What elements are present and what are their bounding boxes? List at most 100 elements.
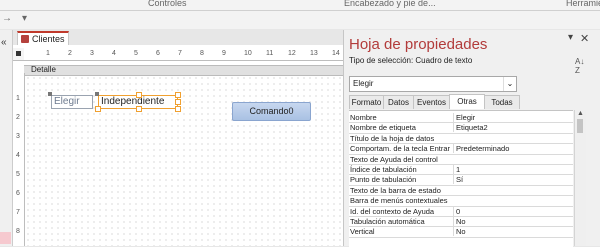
- property-name: Índice de tabulación: [350, 165, 417, 174]
- resize-handle-bottom[interactable]: [136, 106, 142, 112]
- label-control-elegir[interactable]: Elegir: [51, 95, 93, 109]
- document-tab-label: Clientes: [32, 34, 65, 44]
- form-selector-icon: [16, 51, 21, 56]
- property-value[interactable]: 1: [453, 165, 575, 174]
- ruler-number: 11: [266, 50, 274, 57]
- tab-datos[interactable]: Datos: [383, 95, 414, 109]
- property-name: Barra de menús contextuales: [350, 196, 448, 206]
- ruler-number: 3: [16, 133, 20, 140]
- property-name: Título de la hoja de datos: [350, 133, 435, 143]
- property-name: Comportam. de la tecla Entrar: [350, 144, 450, 154]
- ruler-number: 1: [46, 50, 50, 57]
- property-row[interactable]: Título de la hoja de datos: [349, 133, 573, 145]
- tab-todas[interactable]: Todas: [484, 95, 520, 109]
- section-label: Detalle: [31, 65, 56, 74]
- horizontal-ruler[interactable]: 1 2 3 4 5 6 7 8 9 10 11 12 13 14: [24, 48, 343, 61]
- scroll-up-icon[interactable]: ▲: [577, 110, 584, 117]
- tab-eventos[interactable]: Eventos: [413, 95, 450, 109]
- property-row[interactable]: Id. del contexto de Ayuda 0: [349, 206, 575, 217]
- property-value[interactable]: Etiqueta2: [453, 123, 575, 133]
- ruler-number: 10: [244, 50, 252, 57]
- property-row[interactable]: Vertical No: [349, 227, 575, 238]
- property-name: Punto de tabulación: [350, 175, 417, 185]
- ruler-number: 13: [310, 50, 318, 57]
- ruler-number: 7: [16, 209, 20, 216]
- property-name: Texto de Ayuda del control: [350, 154, 438, 164]
- property-row[interactable]: Texto de Ayuda del control: [349, 155, 573, 165]
- navigation-pane-collapsed[interactable]: «: [0, 30, 13, 246]
- expand-nav-icon[interactable]: «: [1, 37, 7, 48]
- textbox-move-handle[interactable]: [95, 92, 99, 96]
- quick-access-toolbar: → ▾: [0, 11, 600, 29]
- ruler-number: 4: [16, 152, 20, 159]
- property-value[interactable]: Predeterminado: [453, 144, 575, 154]
- ruler-number: 8: [200, 50, 204, 57]
- ruler-number: 14: [332, 50, 340, 57]
- property-name: Vertical: [350, 227, 375, 237]
- property-grid: Nombre Elegir Nombre de etiqueta Etiqueta2…: [349, 110, 573, 247]
- ruler-number: 5: [16, 171, 20, 178]
- document-tab-clientes[interactable]: Clientes: [17, 31, 69, 46]
- property-name: Nombre: [350, 113, 377, 122]
- object-selector-value: Elegir: [353, 79, 374, 88]
- property-value[interactable]: No: [453, 217, 575, 226]
- command-button-label: Comando0: [249, 106, 294, 116]
- scrollbar-thumb[interactable]: [577, 119, 583, 133]
- ruler-number: 7: [178, 50, 182, 57]
- ruler-number: 2: [68, 50, 72, 57]
- property-row[interactable]: Nombre de etiqueta Etiqueta2: [349, 123, 575, 134]
- property-row[interactable]: Nombre Elegir: [349, 113, 575, 124]
- ruler-number: 2: [16, 114, 20, 121]
- vertical-ruler[interactable]: 1 2 3 4 5 6 7 8: [13, 73, 25, 246]
- property-row[interactable]: Comportam. de la tecla Entrar Predetermin…: [349, 144, 575, 155]
- sort-az-icon[interactable]: A↓ Z: [575, 57, 584, 75]
- ribbon-group-header-footer: Encabezado y pie de...: [344, 0, 436, 8]
- tab-otras[interactable]: Otras: [449, 94, 485, 109]
- ruler-number: 12: [288, 50, 296, 57]
- property-name: Texto de la barra de estado: [350, 185, 441, 195]
- property-value[interactable]: Sí: [453, 175, 575, 185]
- pane-options-icon[interactable]: ▾: [568, 32, 573, 43]
- property-name: Tabulación automática: [350, 217, 425, 226]
- tab-formato[interactable]: Formato: [349, 95, 384, 109]
- chevron-down-icon[interactable]: ⌄: [503, 77, 516, 91]
- property-row[interactable]: Índice de tabulación 1: [349, 165, 575, 176]
- selection-type: Tipo de selección: Cuadro de texto: [349, 56, 473, 65]
- property-sheet-title: Hoja de propiedades: [349, 36, 488, 53]
- ruler-number: 6: [16, 190, 20, 197]
- property-row[interactable]: Texto de la barra de estado: [349, 185, 573, 197]
- command-button-comando0[interactable]: Comando0: [232, 102, 311, 121]
- textbox-control-text: Independiente: [101, 96, 165, 107]
- ruler-number: 1: [16, 95, 20, 102]
- close-icon[interactable]: ✕: [580, 32, 589, 45]
- form-icon: [21, 35, 29, 43]
- ribbon-group-controls: Controles: [148, 0, 187, 8]
- ruler-number: 3: [90, 50, 94, 57]
- property-grid-scrollbar[interactable]: ▲: [574, 110, 586, 246]
- label-move-handle[interactable]: [48, 92, 52, 96]
- ruler-number: 4: [112, 50, 116, 57]
- resize-handle-bottom-left[interactable]: [95, 106, 101, 112]
- property-row[interactable]: Barra de menús contextuales: [349, 196, 573, 207]
- resize-handle-right[interactable]: [175, 99, 181, 105]
- property-tabs: Formato Datos Eventos Otras Todas: [349, 94, 593, 109]
- property-row[interactable]: Punto de tabulación Sí: [349, 175, 575, 186]
- ribbon-group-labels: Controles Encabezado y pie de... Herrami…: [0, 0, 600, 11]
- nav-highlight: [0, 232, 11, 244]
- customize-toolbar-icon[interactable]: ▾: [22, 13, 27, 24]
- resize-handle-bottom-right[interactable]: [175, 106, 181, 112]
- property-value[interactable]: 0: [453, 206, 575, 216]
- resize-handle-top-right[interactable]: [175, 92, 181, 98]
- property-row[interactable]: Tabulación automática No: [349, 217, 575, 228]
- redo-icon[interactable]: →: [2, 13, 12, 24]
- property-name: Id. del contexto de Ayuda: [350, 206, 435, 216]
- ribbon-group-tools: Herramie: [566, 0, 600, 8]
- property-value[interactable]: Elegir: [453, 113, 575, 122]
- ruler-number: 6: [156, 50, 160, 57]
- property-value[interactable]: No: [453, 227, 575, 237]
- ruler-number: 9: [222, 50, 226, 57]
- object-selector-dropdown[interactable]: Elegir ⌄: [349, 76, 517, 92]
- label-control-text: Elegir: [54, 96, 80, 107]
- ruler-number: 5: [134, 50, 138, 57]
- resize-handle-top[interactable]: [136, 92, 142, 98]
